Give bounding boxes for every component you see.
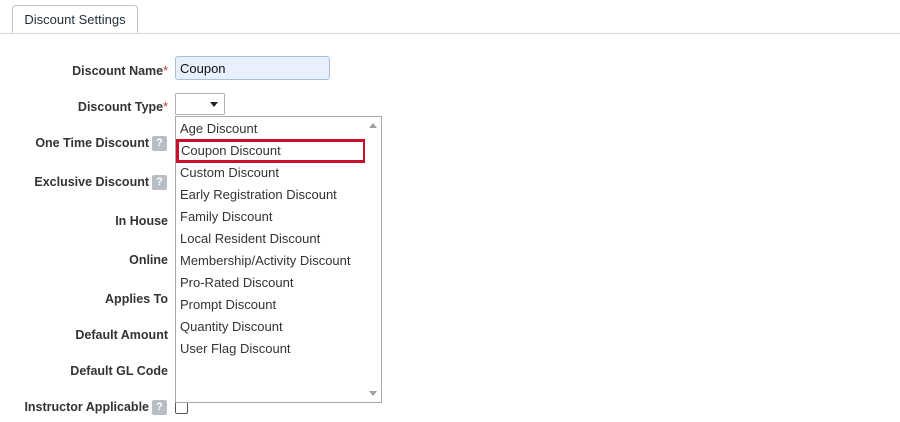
- dropdown-option[interactable]: Prompt Discount: [176, 294, 366, 316]
- dropdown-option[interactable]: User Flag Discount: [176, 338, 366, 360]
- required-marker: *: [163, 100, 168, 114]
- tab-bar-divider: [0, 33, 900, 34]
- dropdown-option-highlighted[interactable]: Coupon Discount: [176, 139, 366, 163]
- exclusive-discount-label: Exclusive Discount: [34, 175, 149, 189]
- one-time-discount-label: One Time Discount: [35, 136, 149, 150]
- applies-to-label: Applies To: [105, 292, 168, 306]
- dropdown-scrollbar[interactable]: [365, 117, 381, 402]
- dropdown-option[interactable]: Local Resident Discount: [176, 228, 366, 250]
- discount-name-input[interactable]: [175, 56, 330, 80]
- tab-bar: Discount Settings: [0, 0, 900, 34]
- dropdown-option[interactable]: Quantity Discount: [176, 316, 366, 338]
- instructor-applicable-label: Instructor Applicable: [24, 400, 149, 414]
- tab-discount-settings[interactable]: Discount Settings: [12, 5, 138, 33]
- help-icon[interactable]: ?: [152, 400, 167, 415]
- default-gl-code-label: Default GL Code: [70, 364, 168, 378]
- dropdown-option[interactable]: Membership/Activity Discount: [176, 250, 366, 272]
- discount-type-label: Discount Type*: [77, 100, 168, 114]
- required-marker: *: [163, 64, 168, 78]
- default-amount-label: Default Amount: [75, 328, 168, 342]
- scroll-down-arrow-icon[interactable]: [369, 391, 377, 396]
- chevron-down-icon: [210, 102, 218, 107]
- dropdown-option[interactable]: Custom Discount: [176, 162, 366, 184]
- help-icon[interactable]: ?: [152, 136, 167, 151]
- online-label: Online: [129, 253, 168, 267]
- dropdown-option[interactable]: Family Discount: [176, 206, 366, 228]
- in-house-label: In House: [115, 214, 168, 228]
- discount-type-dropdown[interactable]: Age Discount Coupon Discount Custom Disc…: [175, 116, 382, 403]
- discount-type-select[interactable]: [175, 93, 225, 115]
- discount-type-options: Age Discount Coupon Discount Custom Disc…: [176, 118, 366, 360]
- dropdown-option[interactable]: Age Discount: [176, 118, 366, 140]
- dropdown-option[interactable]: Early Registration Discount: [176, 184, 366, 206]
- help-icon[interactable]: ?: [152, 175, 167, 190]
- dropdown-option[interactable]: Pro-Rated Discount: [176, 272, 366, 294]
- scroll-up-arrow-icon[interactable]: [369, 123, 377, 128]
- discount-name-label: Discount Name*: [72, 64, 168, 78]
